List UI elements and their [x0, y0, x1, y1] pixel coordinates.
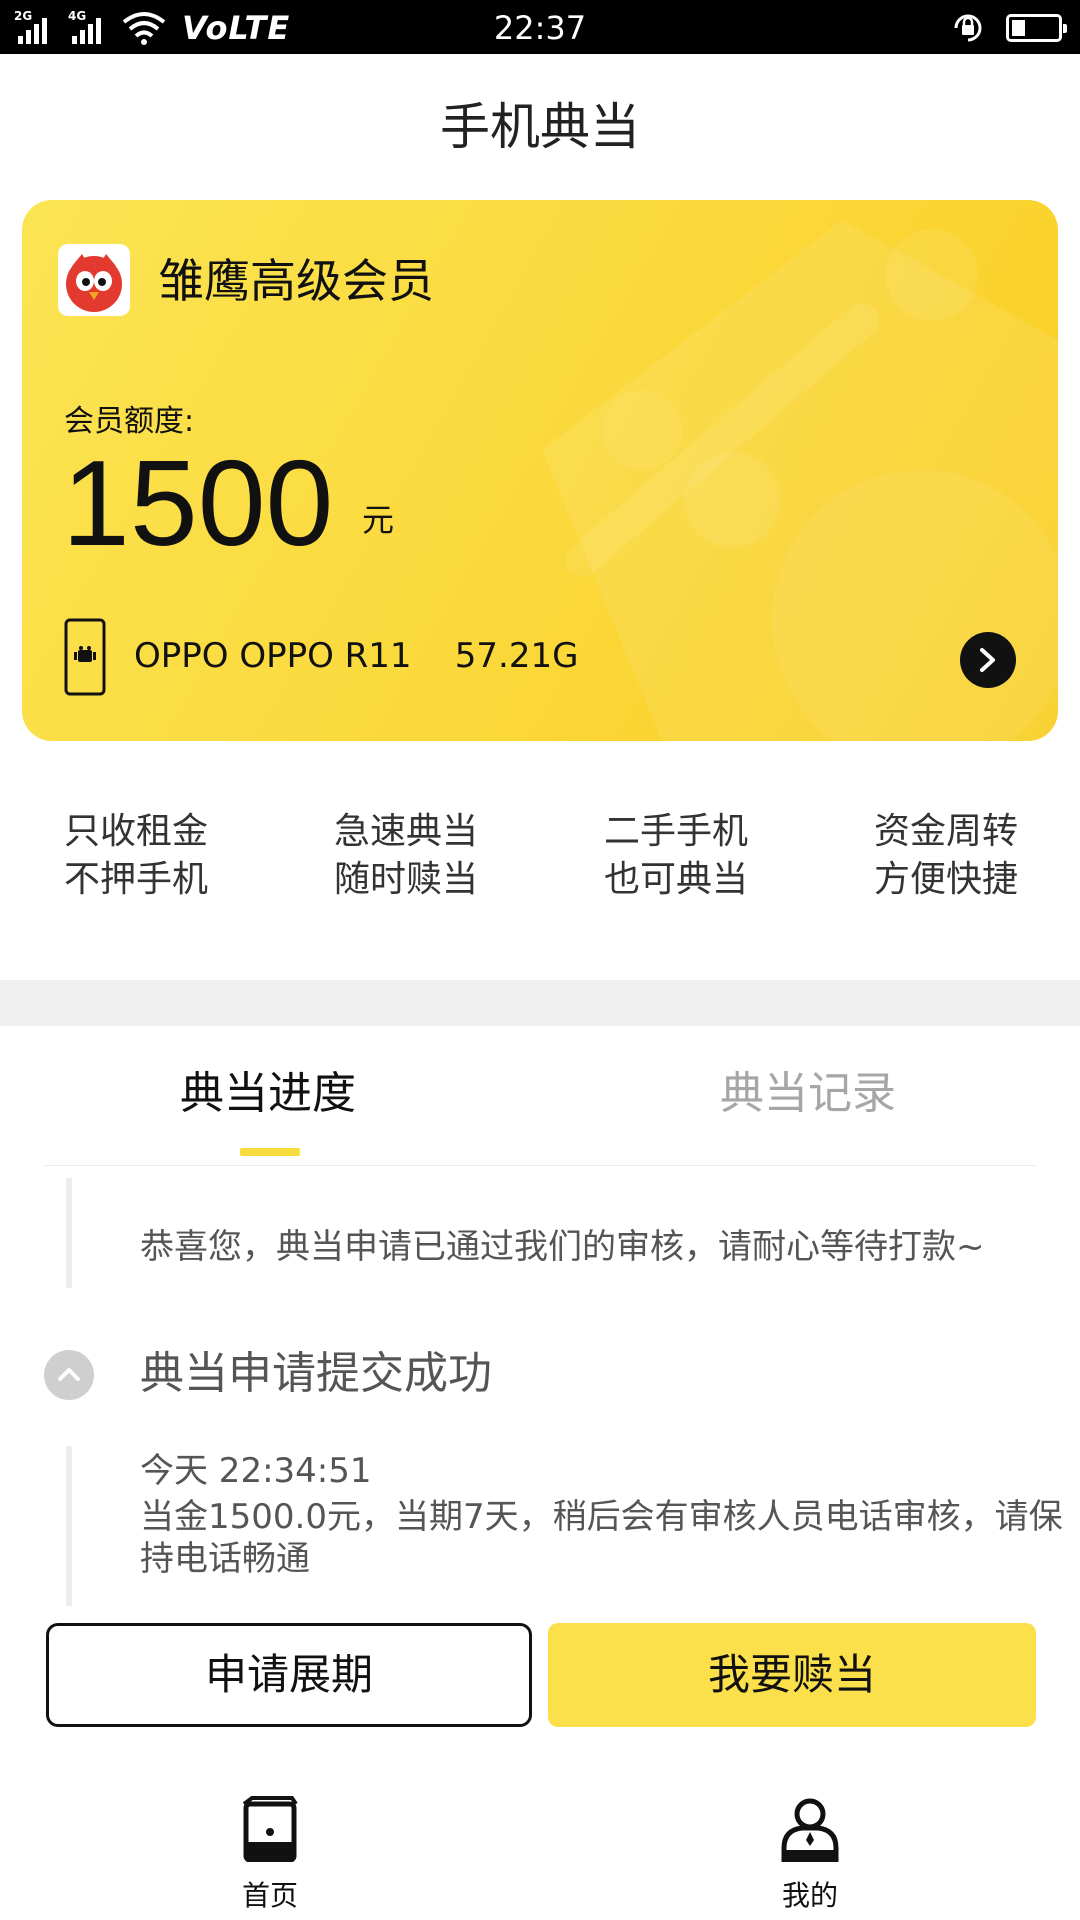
feature-line: 也可典当 [604, 859, 749, 900]
timeline-submitted-title: 典当申请提交成功 [140, 1348, 492, 1399]
feature-line: 随时赎当 [334, 859, 479, 900]
nav-label-profile: 我的 [781, 1879, 838, 1912]
nav-item-profile[interactable]: 我的 [750, 1780, 870, 1920]
quota-value: 1500 [62, 435, 334, 571]
tab-records[interactable]: 典当记录 [720, 1062, 896, 1126]
tab-underline-divider [44, 1165, 1036, 1166]
tab-bar: 典当进度 典当记录 [0, 1026, 1080, 1166]
feature-item: 急速典当 随时赎当 [334, 808, 478, 904]
feature-line: 急速典当 [334, 811, 479, 852]
device-info: OPPO OPPO R11 57.21G [134, 636, 579, 676]
bottom-nav: 首页 我的 [0, 1780, 1080, 1920]
tab-progress[interactable]: 典当进度 [180, 1062, 356, 1126]
feature-line: 二手手机 [604, 811, 749, 852]
feature-line: 只收租金 [64, 811, 209, 852]
status-bar: 2G 4G VoLTE 22:37 [0, 0, 1080, 54]
card-detail-button[interactable] [960, 632, 1016, 688]
section-divider [0, 980, 1080, 1026]
feature-line: 方便快捷 [874, 859, 1019, 900]
feature-list: 只收租金 不押手机 急速典当 随时赎当 二手手机 也可典当 资金周转 方便快捷 [0, 808, 1080, 918]
chevron-right-icon [980, 648, 995, 672]
timeline-submitted-time: 今天 22:34:51 [140, 1451, 372, 1491]
phone-icon [64, 618, 106, 696]
extend-button[interactable]: 申请展期 [46, 1623, 532, 1727]
redeem-button[interactable]: 我要赎当 [548, 1623, 1036, 1727]
home-phone-icon [242, 1796, 298, 1862]
timeline-collapse-toggle[interactable] [44, 1350, 94, 1400]
feature-line: 资金周转 [874, 811, 1019, 852]
quota-unit: 元 [362, 501, 395, 539]
feature-item: 只收租金 不押手机 [64, 808, 208, 904]
timeline-line [66, 1446, 72, 1606]
page-title: 手机典当 [440, 98, 640, 156]
chevron-up-icon [58, 1368, 80, 1381]
nav-item-home[interactable]: 首页 [210, 1780, 330, 1920]
feature-line: 不押手机 [64, 859, 209, 900]
feature-item: 二手手机 也可典当 [604, 808, 748, 904]
rotation-lock-icon [954, 14, 982, 42]
battery-level [1012, 20, 1025, 36]
tab-active-indicator [240, 1148, 300, 1156]
timeline-approved-message: 恭喜您，典当申请已通过我们的审核，请耐心等待打款~ [140, 1227, 985, 1267]
profile-icon [781, 1798, 839, 1862]
brand-logo-icon [58, 244, 130, 316]
status-bar-right [950, 9, 1067, 47]
member-card[interactable]: 雏鹰高级会员 会员额度: 1500 元 OPPO OPPO R11 57.21G [22, 200, 1058, 741]
battery-icon [1006, 14, 1067, 42]
timeline-line [66, 1178, 72, 1288]
status-time: 22:37 [493, 9, 587, 47]
feature-item: 资金周转 方便快捷 [874, 808, 1018, 904]
nav-label-home: 首页 [241, 1879, 298, 1912]
member-level: 雏鹰高级会员 [158, 254, 434, 308]
timeline-submitted-description: 当金1500.0元，当期7天，稍后会有审核人员电话审核，请保持电话畅通 [140, 1497, 1063, 1579]
